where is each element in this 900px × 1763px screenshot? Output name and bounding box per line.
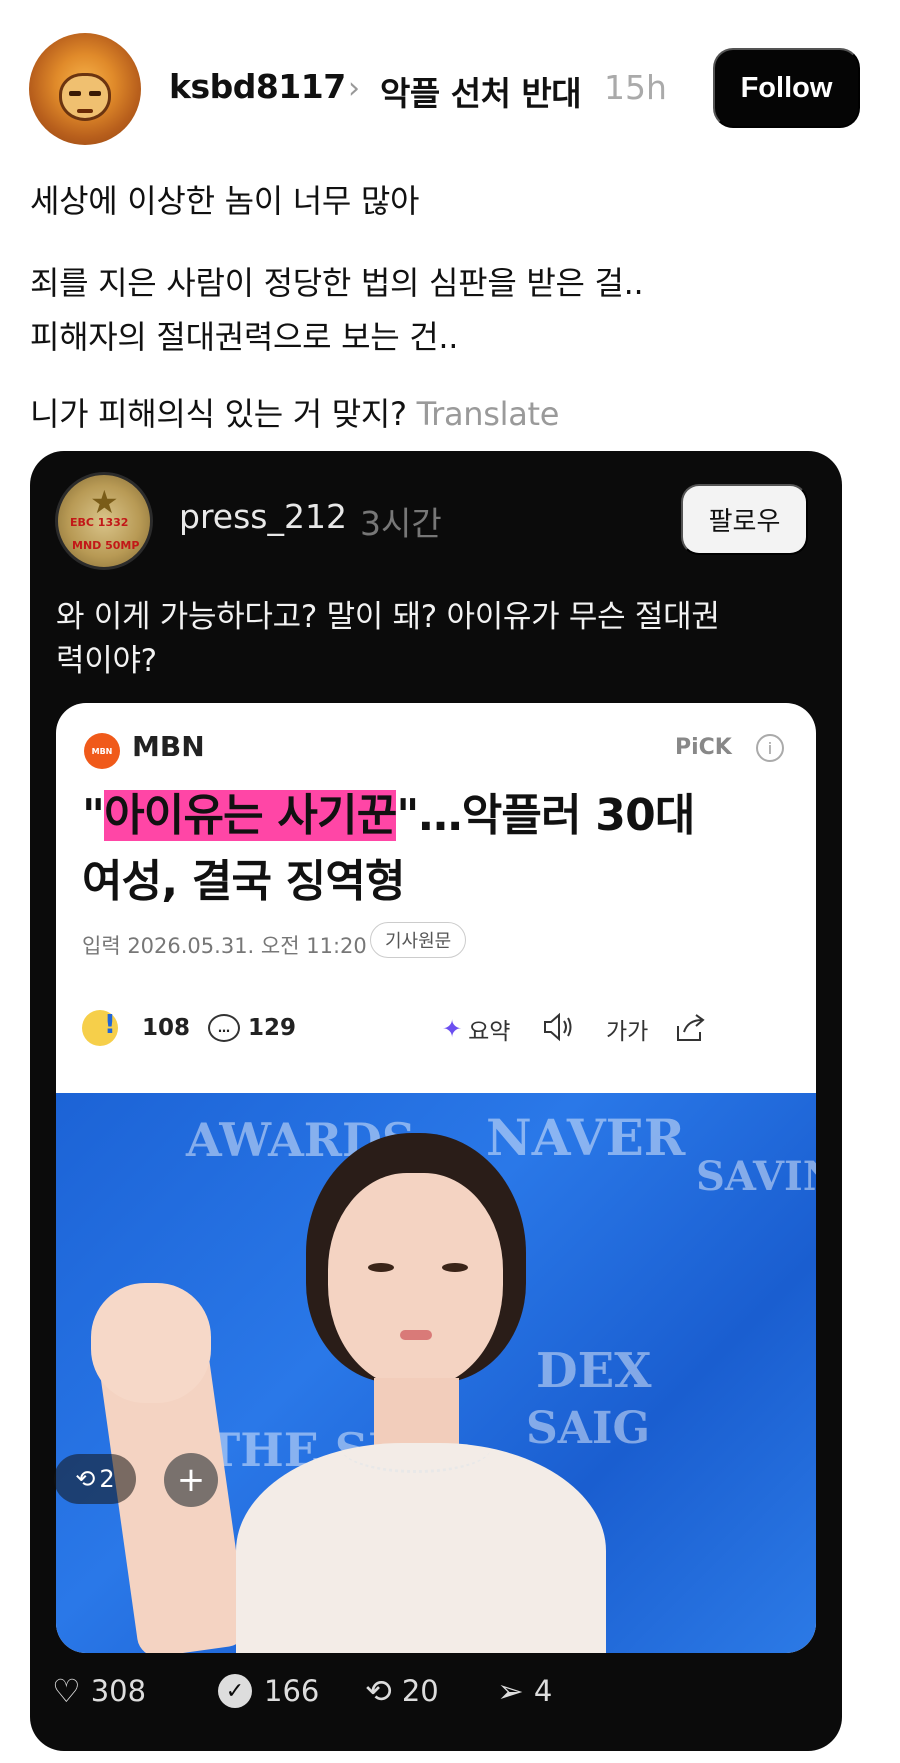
like-count: 308 xyxy=(90,1674,147,1708)
info-icon: i xyxy=(756,734,784,762)
post-text-line: 죄를 지은 사람이 정당한 법의 심판을 받은 걸.. xyxy=(30,264,644,302)
mbn-logo: MBN xyxy=(84,733,120,769)
reply-stat[interactable]: ✓ 166 xyxy=(218,1666,319,1716)
avatar-face xyxy=(59,73,111,121)
heart-icon: ♡ xyxy=(52,1672,81,1710)
headline-highlight: 아이유는 사기꾼 xyxy=(104,790,397,841)
post-header: ksbd8117 › 악플 선처 반대 15h Follow xyxy=(0,0,900,170)
reply-icon: ✓ xyxy=(218,1674,252,1708)
pick-badge: PiCK xyxy=(675,735,732,760)
reply-count: 166 xyxy=(264,1674,320,1708)
follow-button[interactable]: Follow xyxy=(713,48,860,128)
repost-overlay-chip[interactable]: ⟲ 2 xyxy=(54,1454,136,1504)
plus-icon[interactable]: + xyxy=(164,1453,218,1507)
news-headline: "아이유는 사기꾼"…악플러 30대 여성, 결국 징역형 xyxy=(82,783,802,915)
topic-link[interactable]: 악플 선처 반대 xyxy=(380,67,582,115)
photo-bg-text: SAVING xyxy=(696,1153,816,1200)
quote-follow-button[interactable]: 팔로우 xyxy=(681,484,808,555)
sparkle-icon: ✦ xyxy=(442,1015,463,1043)
share-stat[interactable]: ➢ 4 xyxy=(497,1666,552,1716)
post-text-line: 니가 피해의식 있는 거 맞지? Translate xyxy=(30,389,560,435)
avatar-eye xyxy=(69,91,81,96)
comment-count: … 129 xyxy=(208,1010,296,1046)
quote-text-line: 와 이게 가능하다고? 말이 돼? 아이유가 무슨 절대권 xyxy=(56,599,720,635)
news-source: MBN xyxy=(132,730,205,763)
quote-text-line: 력이야? xyxy=(56,643,157,679)
user-avatar[interactable] xyxy=(29,33,141,145)
quote-avatar[interactable]: ★ EBC 1332 MND 50MP xyxy=(55,472,153,570)
post-text-last: 니가 피해의식 있는 거 맞지? xyxy=(30,395,407,433)
post-text-line: 피해자의 절대권력으로 보는 건.. xyxy=(30,318,459,356)
share-icon xyxy=(674,1012,708,1044)
comment-bubble-icon: … xyxy=(208,1014,240,1042)
font-size-tool: 가가 xyxy=(606,1012,648,1046)
photo-bg-text: DEX xyxy=(536,1343,652,1399)
share-count: 4 xyxy=(533,1674,553,1708)
repost-count: 20 xyxy=(401,1674,439,1708)
photo-eye xyxy=(442,1263,468,1272)
username[interactable]: ksbd8117 xyxy=(169,67,346,106)
photo-hand xyxy=(91,1283,211,1403)
overlay-repost-count: 2 xyxy=(99,1465,115,1493)
original-article-chip: 기사원문 xyxy=(370,922,467,958)
avatar-eye xyxy=(89,91,101,96)
avatar-mouth xyxy=(77,109,93,113)
reaction-emoji-icon: ! xyxy=(82,1010,118,1046)
summary-label: 요약 xyxy=(468,1019,511,1045)
news-article-image[interactable]: MBN MBN PiCK i "아이유는 사기꾼"…악플러 30대 여성, 결국… xyxy=(56,703,816,1653)
post-time: 15h xyxy=(604,68,667,107)
comment-number: 129 xyxy=(248,1015,297,1041)
photo-bg-text: SAIG xyxy=(526,1403,651,1454)
send-icon: ➢ xyxy=(497,1672,524,1710)
photo-eye xyxy=(368,1263,394,1272)
chevron-right-icon: › xyxy=(348,71,360,106)
headline-quote: " xyxy=(82,790,105,841)
quote-username[interactable]: press_212 xyxy=(179,497,347,536)
post-text-line: 세상에 이상한 놈이 너무 많아 xyxy=(30,182,420,220)
article-photo: AWARDS NAVER SAVING THE SEV DEX SAIG xyxy=(56,1093,816,1653)
like-stat[interactable]: ♡ 308 xyxy=(52,1666,146,1716)
photo-bg-text: NAVER xyxy=(486,1108,686,1167)
photo-necklace xyxy=(341,1423,491,1473)
repost-stat[interactable]: ⟲ 20 xyxy=(365,1666,439,1716)
headline-rest: "…악플러 30대 xyxy=(396,790,695,841)
avatar-badge-text: EBC 1332 xyxy=(70,516,129,529)
headline-line2: 여성, 결국 징역형 xyxy=(82,856,406,907)
reaction-count: ! 108 xyxy=(82,1010,190,1046)
repost-icon: ⟲ xyxy=(75,1465,96,1493)
repost-icon: ⟲ xyxy=(365,1672,392,1710)
avatar-badge-text: MND 50MP xyxy=(72,539,140,552)
summary-tool: ✦ 요약 xyxy=(442,1012,510,1046)
photo-lips xyxy=(400,1330,432,1340)
news-meta: 입력 2026.05.31. 오전 11:20 xyxy=(82,934,367,958)
photo-dress xyxy=(236,1443,606,1653)
reaction-number: 108 xyxy=(142,1015,191,1041)
quote-time: 3시간 xyxy=(360,504,442,543)
font-size-label: 가가 xyxy=(606,1019,649,1045)
speaker-icon xyxy=(542,1012,576,1042)
quoted-post-card[interactable]: ★ EBC 1332 MND 50MP press_212 3시간 팔로우 와 … xyxy=(30,451,842,1751)
translate-link[interactable]: Translate xyxy=(417,395,560,433)
photo-face xyxy=(328,1173,503,1388)
